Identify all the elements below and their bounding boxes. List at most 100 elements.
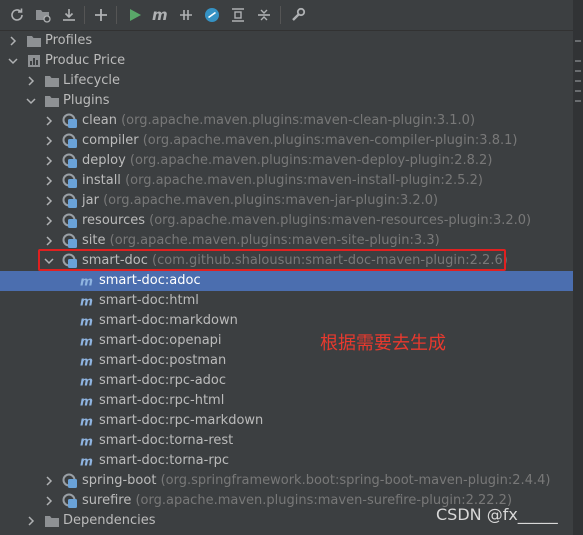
goal-label: smart-doc:torna-rpc <box>99 453 230 468</box>
maven-toolbar: m <box>0 0 573 31</box>
svg-text:m: m <box>80 393 93 408</box>
goal-label: smart-doc:torna-rest <box>99 433 234 448</box>
profiles-folder-icon <box>27 36 41 47</box>
dependencies-folder-icon <box>45 516 59 527</box>
plugin-coordinates: (org.apache.maven.plugins:maven-install-… <box>125 173 483 188</box>
settings-wrench-icon[interactable] <box>288 5 308 25</box>
watermark: CSDN @fx_____ <box>436 505 558 524</box>
skip-tests-icon[interactable] <box>202 5 222 25</box>
tree-node-plugin[interactable]: install (org.apache.maven.plugins:maven-… <box>0 171 573 191</box>
collapse-all-icon[interactable] <box>254 5 274 25</box>
goal-label: smart-doc:rpc-adoc <box>99 373 227 388</box>
tree-node-plugin[interactable]: site (org.apache.maven.plugins:maven-sit… <box>0 231 573 251</box>
tree-node-goal[interactable]: m smart-doc:torna-rpc <box>0 451 573 471</box>
tree-node-plugin[interactable]: clean (org.apache.maven.plugins:maven-cl… <box>0 111 573 131</box>
tree-node-label: Lifecycle <box>63 73 121 88</box>
plugin-coordinates: (org.apache.maven.plugins:maven-resource… <box>149 213 532 228</box>
toolbar-separator <box>280 6 281 24</box>
toolbar-separator <box>84 6 85 24</box>
chevron-right-icon[interactable] <box>43 215 55 227</box>
plugin-name: surefire <box>82 493 132 508</box>
tree-node-goal[interactable]: m smart-doc:markdown <box>0 311 573 331</box>
maven-goal-icon: m <box>80 333 93 348</box>
strip-tab-marker <box>575 60 581 62</box>
maven-goal-icon: m <box>80 393 93 408</box>
chevron-right-icon[interactable] <box>43 135 55 147</box>
chevron-down-icon[interactable] <box>25 95 37 107</box>
chevron-right-icon[interactable] <box>43 235 55 247</box>
svg-text:m: m <box>80 293 93 308</box>
maven-goal-icon: m <box>80 453 93 468</box>
tree-node-plugin[interactable]: compiler (org.apache.maven.plugins:maven… <box>0 131 573 151</box>
chevron-right-icon[interactable] <box>25 515 37 527</box>
chevron-right-icon[interactable] <box>43 495 55 507</box>
tree-node-project[interactable]: Produc Price <box>0 51 573 71</box>
plugin-name: install <box>82 173 121 188</box>
download-sources-icon[interactable] <box>59 5 79 25</box>
plugin-coordinates: (org.apache.maven.plugins:maven-deploy-p… <box>129 153 493 168</box>
chevron-right-icon[interactable] <box>25 75 37 87</box>
plugin-coordinates: (org.apache.maven.plugins:maven-clean-pl… <box>121 113 476 128</box>
tree-node-plugin[interactable]: deploy (org.apache.maven.plugins:maven-d… <box>0 151 573 171</box>
svg-text:m: m <box>80 313 93 328</box>
show-dependencies-icon[interactable] <box>228 5 248 25</box>
plugin-coordinates: (org.apache.maven.plugins:maven-site-plu… <box>109 233 440 248</box>
goal-label: smart-doc:rpc-html <box>99 393 225 408</box>
strip-tab-marker <box>575 90 581 92</box>
reimport-folder-icon[interactable] <box>33 5 53 25</box>
strip-tab-marker <box>575 80 581 82</box>
tree-node-goal[interactable]: m smart-doc:html <box>0 291 573 311</box>
plugin-name: deploy <box>82 153 126 168</box>
svg-text:m: m <box>80 413 93 428</box>
plugin-name: compiler <box>82 133 139 148</box>
chevron-down-icon[interactable] <box>7 55 19 67</box>
plugin-name: resources <box>82 213 146 228</box>
annotation-note: 根据需要去生成 <box>320 333 446 354</box>
execute-goal-icon[interactable]: m <box>150 5 170 25</box>
side-tool-strip <box>573 0 583 535</box>
chevron-right-icon[interactable] <box>43 175 55 187</box>
tree-node-plugin[interactable]: resources (org.apache.maven.plugins:mave… <box>0 211 573 231</box>
maven-project-icon <box>28 55 40 67</box>
maven-plugin-icon <box>62 193 77 208</box>
tree-node-goal[interactable]: m smart-doc:rpc-html <box>0 391 573 411</box>
tree-node-goal[interactable]: m smart-doc:postman <box>0 351 573 371</box>
goal-label: smart-doc:rpc-markdown <box>99 413 264 428</box>
run-icon[interactable] <box>125 5 145 25</box>
chevron-right-icon[interactable] <box>43 195 55 207</box>
maven-goal-icon: m <box>80 413 93 428</box>
tree-node-plugin[interactable]: spring-boot (org.springframework.boot:sp… <box>0 471 573 491</box>
chevron-right-icon[interactable] <box>43 475 55 487</box>
chevron-right-icon[interactable] <box>43 155 55 167</box>
tree-node-goal[interactable]: m smart-doc:rpc-markdown <box>0 411 573 431</box>
strip-tab-marker <box>575 40 581 42</box>
svg-text:m: m <box>80 353 93 368</box>
toggle-offline-icon[interactable] <box>176 5 196 25</box>
tree-node-goal-selected[interactable]: m smart-doc:adoc <box>0 271 573 291</box>
tree-node-goal[interactable]: m smart-doc:rpc-adoc <box>0 371 573 391</box>
tree-node-plugin[interactable]: jar (org.apache.maven.plugins:maven-jar-… <box>0 191 573 211</box>
svg-text:m: m <box>152 7 168 23</box>
tree-node-label: Produc Price <box>45 53 126 68</box>
svg-text:m: m <box>80 333 93 348</box>
plugin-name: site <box>82 233 106 248</box>
chevron-right-icon[interactable] <box>7 35 19 47</box>
maven-projects-tree: Profiles Produc Price Lifecycle Plugins … <box>0 31 573 535</box>
tree-node-goal[interactable]: m smart-doc:torna-rest <box>0 431 573 451</box>
svg-text:m: m <box>80 373 93 388</box>
tree-node-goal[interactable]: m smart-doc:openapi <box>0 331 573 351</box>
add-icon[interactable] <box>91 5 111 25</box>
strip-tab-marker <box>575 100 581 102</box>
tree-node-profiles[interactable]: Profiles <box>0 31 573 51</box>
chevron-right-icon[interactable] <box>43 115 55 127</box>
maven-plugin-icon <box>62 133 77 148</box>
plugin-coordinates: (org.springframework.boot:spring-boot-ma… <box>160 473 551 488</box>
tree-node-lifecycle[interactable]: Lifecycle <box>0 71 573 91</box>
reload-icon[interactable] <box>7 5 27 25</box>
plugin-name: spring-boot <box>82 473 157 488</box>
maven-plugin-icon <box>62 153 77 168</box>
plugin-name: jar <box>82 193 99 208</box>
tree-node-label: Dependencies <box>63 513 156 528</box>
maven-goal-icon: m <box>80 433 93 448</box>
tree-node-plugins[interactable]: Plugins <box>0 91 573 111</box>
